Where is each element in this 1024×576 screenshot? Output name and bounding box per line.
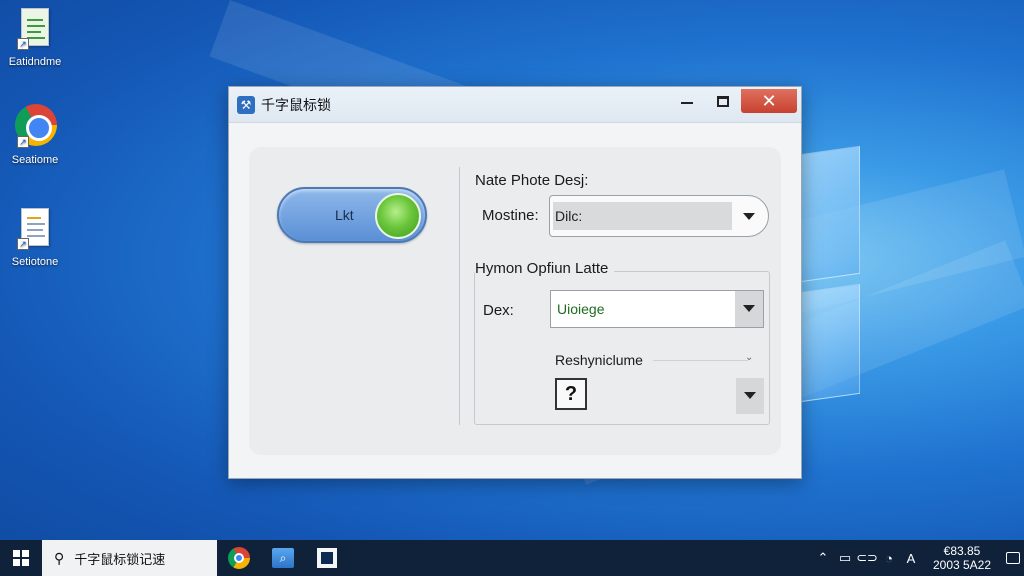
toggle-knob[interactable] [375,193,421,239]
lock-toggle-switch[interactable]: Lkt [277,187,427,243]
taskbar-explorer[interactable]: ⌕ [261,540,305,576]
section-heading: Nate Phote Desj: [475,172,589,189]
sub-label: Reshyniclume [555,352,643,368]
window-title: 千字鼠标锁 [261,96,331,113]
app-icon [317,548,337,568]
explorer-icon: ⌕ [272,548,294,568]
desktop-icon-spreadsheet[interactable]: ↗ Eatidndme [0,6,70,68]
search-icon: ⚲ [54,549,65,566]
dex-dropdown-button[interactable] [735,291,763,327]
minimize-button[interactable] [669,89,705,113]
group-legend: Hymon Opfiun Latte [475,260,615,277]
app-window: ⚒ 千字鼠标锁 ✕ Lkt Nate Phote Desj: Mostine: … [228,86,802,479]
mostine-value: Dilc: [553,202,732,230]
dex-value: Uioiege [557,301,605,317]
taskbar-chrome[interactable] [217,540,261,576]
battery-icon[interactable]: ▭ [834,550,856,566]
windows-icon [13,550,29,566]
options-group: Hymon Opfiun Latte Dex: Uioiege Reshynic… [474,260,770,425]
windows-logo-graphic [790,145,870,403]
desktop-icon-document[interactable]: ↗ Setiotone [0,206,70,268]
taskbar-search-text: 千字鼠标锁记速 [74,551,166,567]
start-button[interactable] [0,540,42,576]
mostine-dropdown[interactable]: Dilc: [549,195,769,237]
notification-icon [1006,552,1020,564]
network-icon[interactable]: ⊂⊃ [856,550,878,566]
minimize-icon [681,102,693,104]
sub-dropdown-button[interactable] [736,378,764,414]
desktop-icon-chrome[interactable]: ↗ Seatiome [0,104,70,166]
taskbar-pinned-app[interactable] [305,540,349,576]
help-icon[interactable]: ? [555,378,587,410]
clock[interactable]: €83.85 2003 5A22 [922,544,1002,572]
chevron-down-icon [743,213,755,220]
close-button[interactable]: ✕ [741,89,797,113]
clock-date: 2003 5A22 [932,558,992,572]
input-indicator-icon[interactable]: A [900,551,922,566]
maximize-icon [717,95,729,107]
desktop-icon-label: Seatiome [11,154,59,166]
maximize-button[interactable] [705,89,741,113]
desktop-icon-label: Setiotone [11,256,59,268]
shortcut-arrow-icon: ↗ [17,238,29,250]
notification-button[interactable] [1002,540,1024,576]
dex-dropdown[interactable]: Uioiege [550,290,764,328]
dex-label: Dex: [483,302,514,319]
taskbar: ⚲ 千字鼠标锁记速 ⌕ ⌃ ▭ ⊂⊃ ◔ A €83.85 2003 5A22 [0,540,1024,576]
system-tray: ⌃ ▭ ⊂⊃ ◔ A €83.85 2003 5A22 [812,540,1024,576]
title-bar[interactable]: ⚒ 千字鼠标锁 ✕ [229,87,801,123]
field-label: Mostine: [482,207,539,224]
chrome-icon [228,547,250,569]
small-chevron-icon[interactable]: ⌄ [745,352,753,363]
chevron-down-icon [743,305,755,312]
taskbar-search[interactable]: ⚲ 千字鼠标锁记速 [42,540,217,576]
volume-icon[interactable]: ◔ [878,551,900,566]
shortcut-arrow-icon: ↗ [17,38,29,50]
content-panel: Lkt Nate Phote Desj: Mostine: Dilc: Hymo… [249,147,781,455]
separator-line [653,360,748,361]
desktop-icon-label: Eatidndme [8,56,62,68]
clock-time: €83.85 [943,544,981,558]
chevron-down-icon [744,392,756,399]
close-icon: ✕ [761,90,777,111]
chevron-up-icon[interactable]: ⌃ [812,550,834,566]
vertical-divider [459,167,460,425]
window-controls: ✕ [669,89,797,113]
toggle-label: Lkt [335,207,354,223]
shortcut-arrow-icon: ↗ [17,136,29,148]
app-icon: ⚒ [237,95,255,114]
